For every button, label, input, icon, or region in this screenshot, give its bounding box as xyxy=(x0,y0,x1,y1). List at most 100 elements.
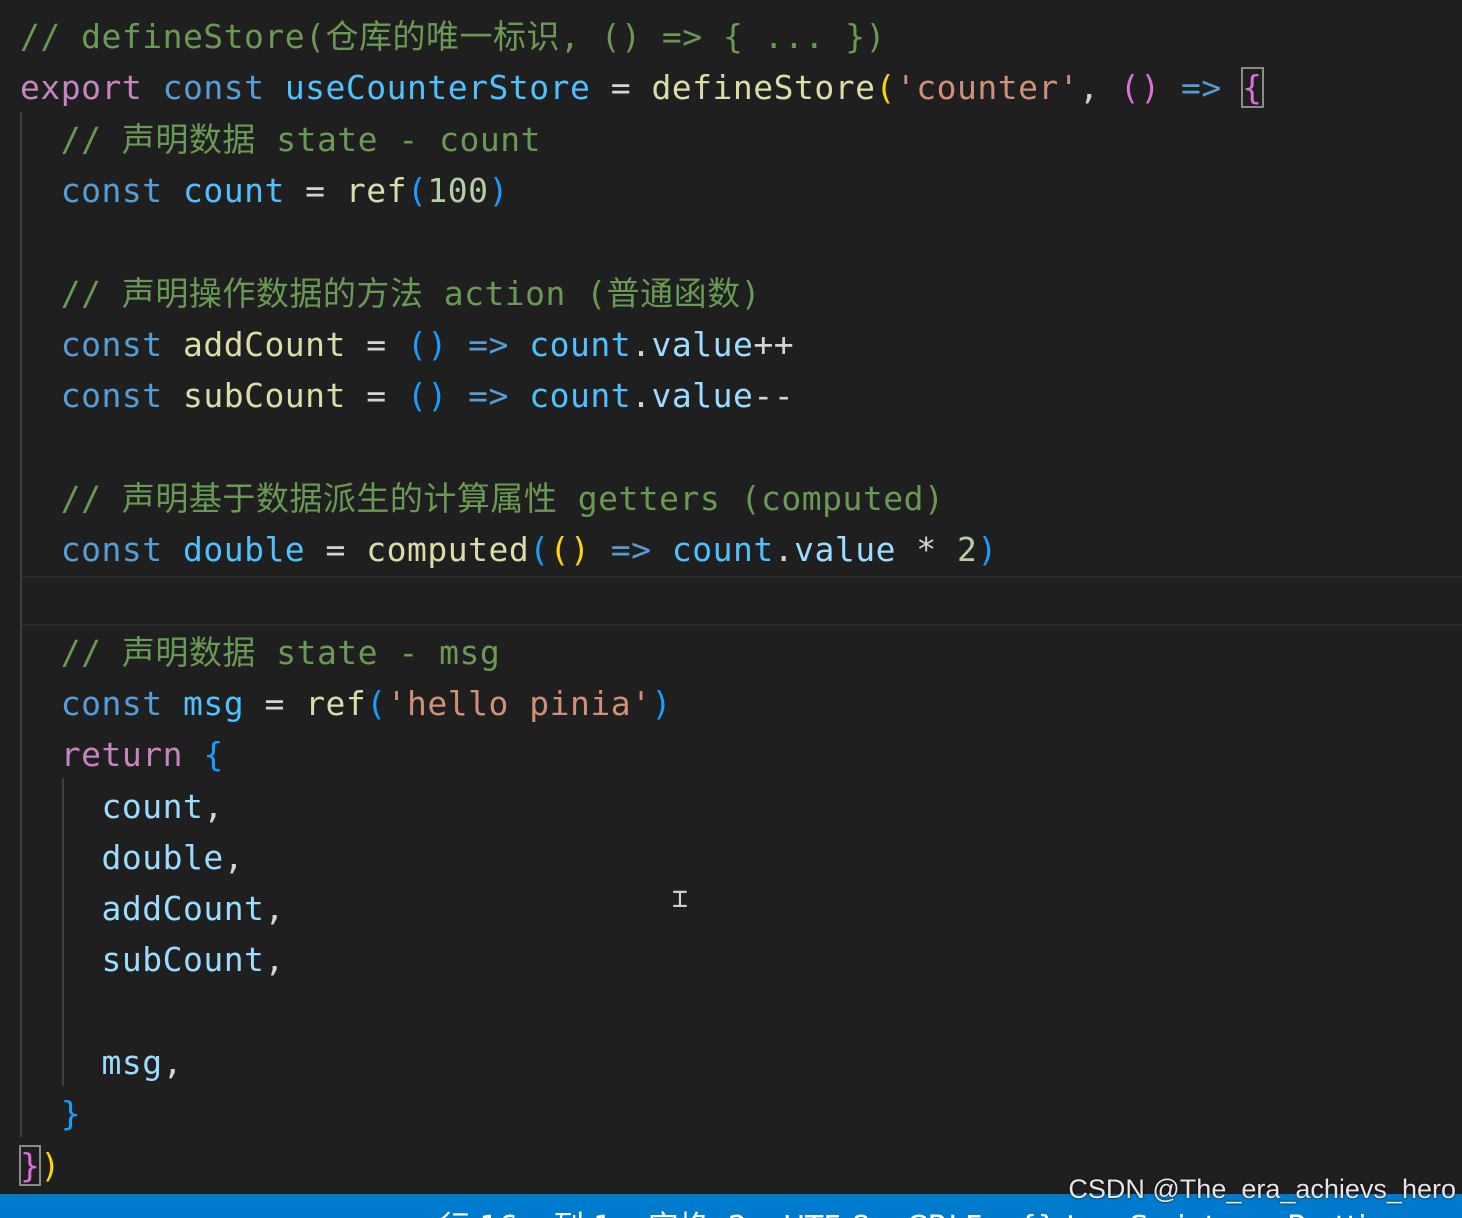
watermark: CSDN @The_era_achievs_hero xyxy=(1068,1174,1456,1204)
status-item[interactable]: 行 16 xyxy=(440,1210,518,1218)
status-item[interactable]: UTF-8 xyxy=(783,1210,870,1218)
code-token: , xyxy=(203,786,224,826)
code-token: = xyxy=(345,376,408,416)
code-token: useCounterStore xyxy=(284,68,591,108)
code-token: ref xyxy=(305,683,367,723)
code-token: const xyxy=(60,683,163,723)
code-token: 2 xyxy=(957,530,978,569)
code-line[interactable]: const msg = ref('hello pinia') xyxy=(20,678,672,729)
code-token: ) xyxy=(40,1145,61,1185)
status-item[interactable]: {} JavaScript xyxy=(1018,1210,1216,1218)
code-token: , xyxy=(223,837,245,877)
code-token: const xyxy=(60,530,163,569)
code-token: double xyxy=(101,837,224,877)
code-token: ) xyxy=(488,170,509,210)
code-token: subCount xyxy=(182,376,346,416)
matched-bracket: } xyxy=(18,1144,42,1186)
code-line[interactable]: export const useCounterStore = defineSto… xyxy=(20,62,1264,113)
code-line[interactable]: const addCount = () => count.value++ xyxy=(20,319,794,370)
code-token: subCount xyxy=(101,940,265,980)
code-token: ( xyxy=(366,683,387,723)
code-line[interactable]: // 声明数据 state - count xyxy=(20,114,541,165)
code-line[interactable]: // 声明操作数据的方法 action (普通函数) xyxy=(20,268,761,319)
status-item[interactable]: ✓ Prettier xyxy=(1252,1210,1397,1218)
code-token: , xyxy=(162,1043,183,1082)
code-token: addCount xyxy=(182,324,346,364)
code-token: . xyxy=(631,324,652,364)
code-token: addCount xyxy=(101,889,265,929)
code-token: = xyxy=(244,683,306,723)
matched-bracket: { xyxy=(1241,67,1264,109)
code-token: => xyxy=(610,530,652,569)
code-token: } xyxy=(60,1094,82,1134)
code-token: () xyxy=(407,376,448,416)
code-token: = xyxy=(590,68,652,108)
code-token: count xyxy=(529,376,632,416)
code-line[interactable]: // defineStore(仓库的唯一标识, () => { ... }) xyxy=(20,11,886,62)
code-line[interactable]: return { xyxy=(20,729,224,780)
code-token: * xyxy=(895,530,958,569)
current-line-highlight xyxy=(22,576,1462,626)
code-token: ++ xyxy=(753,324,795,364)
code-token: ( xyxy=(529,530,550,569)
code-token: , xyxy=(264,889,285,929)
code-token: const xyxy=(60,324,163,364)
code-line[interactable]: addCount, xyxy=(20,883,285,934)
code-token: 'hello pinia' xyxy=(386,683,652,723)
code-line[interactable]: } xyxy=(20,1088,81,1139)
code-token: . xyxy=(631,376,652,416)
code-line[interactable]: // 声明基于数据派生的计算属性 getters (computed) xyxy=(20,473,944,524)
code-token: count xyxy=(182,170,285,210)
code-token: double xyxy=(182,530,306,569)
code-token: => xyxy=(468,324,509,364)
code-token: = xyxy=(345,324,408,364)
code-line[interactable]: const subCount = () => count.value-- xyxy=(20,370,794,421)
status-item[interactable]: CRLF xyxy=(907,1210,983,1218)
code-token: () xyxy=(549,530,591,569)
code-token: // 声明数据 state - msg xyxy=(20,632,501,672)
code-token: 'counter' xyxy=(895,68,1080,108)
code-line[interactable]: const double = computed(() => count.valu… xyxy=(20,524,998,575)
code-token: => xyxy=(468,376,509,416)
code-token: = xyxy=(305,530,367,569)
code-token: value xyxy=(794,530,896,569)
code-token: () xyxy=(1119,68,1161,108)
code-token: { xyxy=(203,735,224,775)
code-line[interactable]: }) xyxy=(18,1140,61,1191)
code-token: 100 xyxy=(427,170,489,210)
code-token: = xyxy=(284,170,346,210)
code-token: computed xyxy=(366,530,530,569)
code-token: ) xyxy=(651,683,672,723)
code-line[interactable]: double, xyxy=(20,832,244,883)
code-token: const xyxy=(60,170,163,210)
code-editor[interactable]: // defineStore(仓库的唯一标识, () => { ... }) ex… xyxy=(0,0,1462,1194)
code-line[interactable]: const count = ref(100) xyxy=(20,165,509,216)
code-line[interactable]: count, xyxy=(20,781,224,832)
code-token: value xyxy=(651,324,754,364)
code-token: export xyxy=(20,68,143,108)
code-line[interactable]: // 声明数据 state - msg xyxy=(20,627,500,678)
status-item[interactable]: 空格: 2 xyxy=(648,1210,747,1218)
status-item[interactable]: 列 1 xyxy=(554,1210,613,1218)
code-token: => xyxy=(1181,68,1222,108)
code-line[interactable]: subCount, xyxy=(20,934,285,985)
code-token: // 声明基于数据派生的计算属性 getters (computed) xyxy=(20,478,945,518)
code-line[interactable]: msg, xyxy=(20,1037,183,1088)
